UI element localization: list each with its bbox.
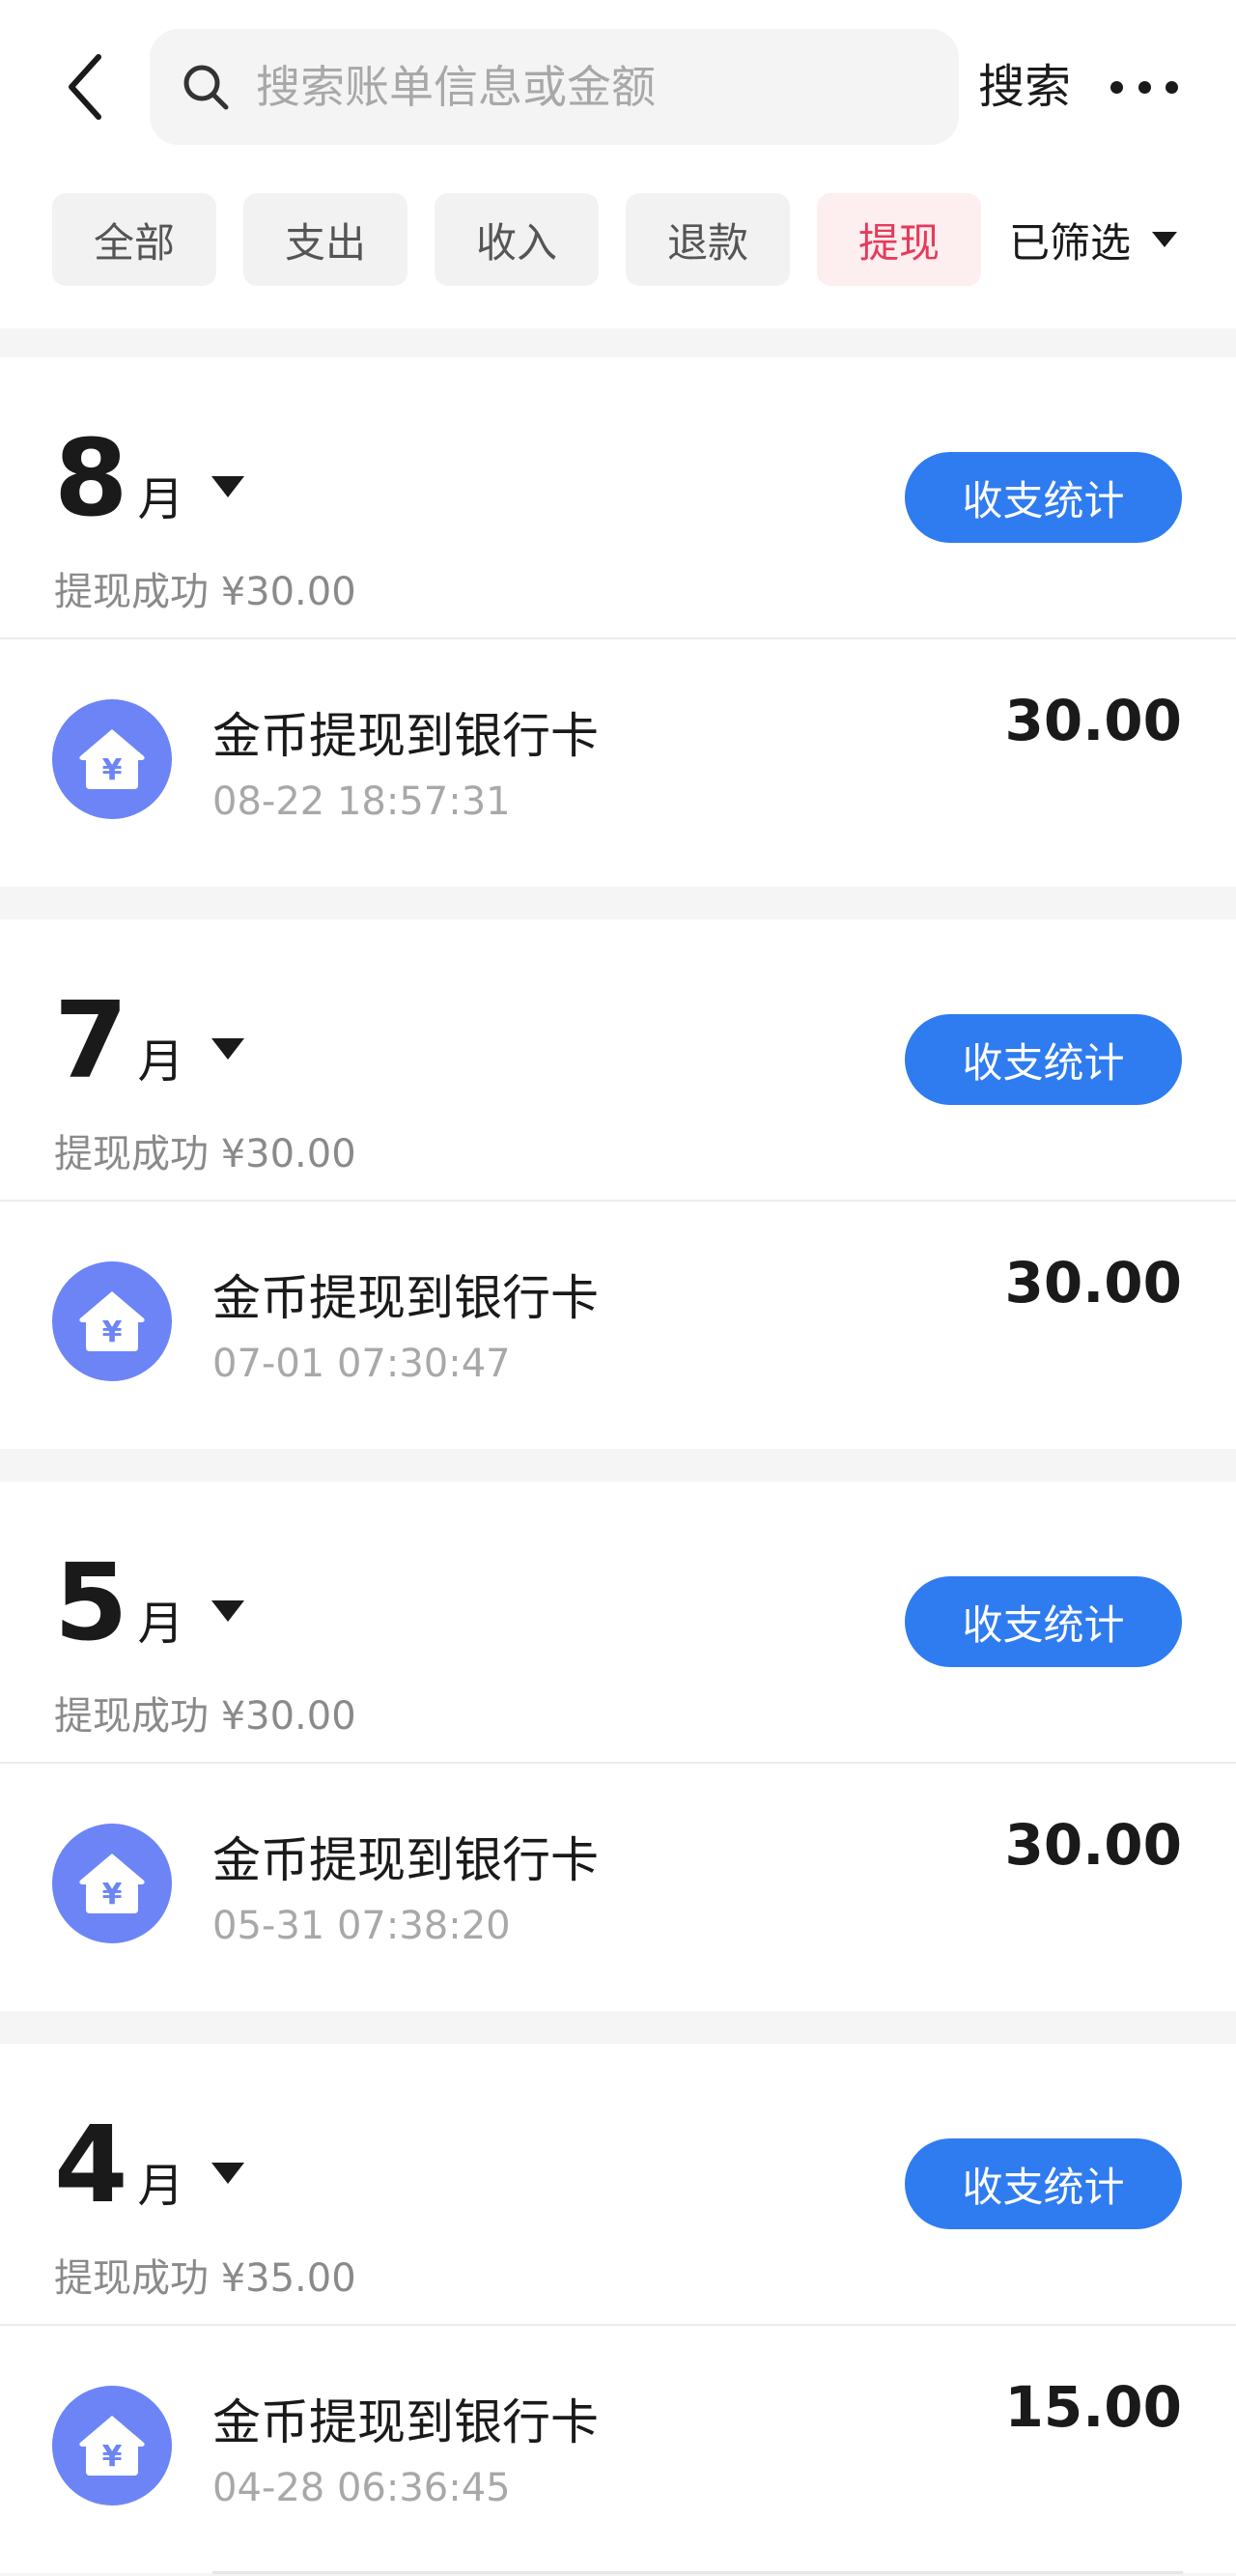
search-button[interactable]: 搜索 (978, 53, 1071, 121)
transaction-title: 金币提现到银行卡 (212, 1270, 599, 1326)
month-header: 4 月 提现成功 ¥35.00 收支统计 (0, 2044, 1236, 2324)
house-yuan-icon: ¥ (52, 1824, 172, 1943)
transaction-time: 04-28 06:36:45 (212, 2466, 511, 2510)
top-bar: 搜索 (0, 0, 1236, 145)
transaction-row[interactable]: ¥ 金币提现到银行卡 04-28 06:36:45 15.00 (0, 2324, 1236, 2573)
month-unit: 月 (137, 1034, 184, 1089)
month-number: 4 (54, 2103, 128, 2226)
filter-chip-all[interactable]: 全部 (52, 193, 216, 286)
month-unit: 月 (137, 2159, 184, 2213)
filter-chip-withdraw[interactable]: 提现 (817, 193, 981, 286)
search-icon (183, 65, 229, 110)
search-box[interactable] (150, 29, 959, 145)
transaction-row[interactable]: ¥ 金币提现到银行卡 08-22 18:57:31 30.00 (0, 637, 1236, 887)
stats-button[interactable]: 收支统计 (905, 1014, 1182, 1105)
month-unit: 月 (137, 1597, 184, 1651)
transaction-amount: 30.00 (1004, 1250, 1182, 1316)
transaction-title: 金币提现到银行卡 (212, 708, 599, 764)
caret-down-icon[interactable] (211, 1600, 244, 1622)
month-unit: 月 (137, 472, 184, 526)
transaction-row[interactable]: ¥ 金币提现到银行卡 05-31 07:38:20 30.00 (0, 1762, 1236, 2011)
transaction-row[interactable]: ¥ 金币提现到银行卡 07-01 07:30:47 30.00 (0, 1200, 1236, 1449)
transaction-amount: 15.00 (1004, 2374, 1182, 2440)
transaction-time: 07-01 07:30:47 (212, 1342, 511, 1386)
transaction-title: 金币提现到银行卡 (212, 1832, 599, 1888)
caret-down-icon[interactable] (211, 1038, 244, 1060)
stats-button[interactable]: 收支统计 (905, 1576, 1182, 1667)
more-dot (1110, 80, 1123, 94)
month-number: 5 (54, 1541, 128, 1664)
month-summary: 提现成功 ¥35.00 (54, 2256, 356, 2301)
filtered-label: 已筛选 (1009, 218, 1132, 267)
month-header: 8 月 提现成功 ¥30.00 收支统计 (0, 357, 1236, 637)
row-divider (212, 2571, 1183, 2574)
house-yuan-icon: ¥ (52, 1261, 172, 1381)
month-summary: 提现成功 ¥30.00 (54, 1694, 356, 1739)
search-input[interactable] (256, 61, 932, 113)
month-summary: 提现成功 ¥30.00 (54, 1132, 356, 1176)
transaction-time: 08-22 18:57:31 (212, 779, 511, 824)
stats-button[interactable]: 收支统计 (905, 452, 1182, 543)
svg-text:¥: ¥ (102, 1878, 123, 1911)
month-title[interactable]: 5 月 (54, 1549, 244, 1656)
more-button[interactable] (1110, 58, 1178, 116)
month-summary: 提现成功 ¥30.00 (54, 570, 356, 614)
filter-chip-refund[interactable]: 退款 (626, 193, 790, 286)
caret-down-icon (1152, 232, 1178, 247)
stats-button[interactable]: 收支统计 (905, 2138, 1182, 2229)
back-button[interactable] (56, 48, 114, 126)
month-number: 8 (54, 416, 128, 540)
transaction-title: 金币提现到银行卡 (212, 2394, 599, 2450)
house-yuan-icon: ¥ (52, 699, 172, 819)
month-title[interactable]: 7 月 (54, 987, 244, 1093)
caret-down-icon[interactable] (211, 476, 244, 497)
svg-text:¥: ¥ (102, 2440, 123, 2474)
month-header: 7 月 提现成功 ¥30.00 收支统计 (0, 920, 1236, 1200)
filtered-dropdown[interactable]: 已筛选 (1009, 208, 1178, 271)
filter-bar: 全部 支出 收入 退款 提现 已筛选 (0, 145, 1236, 328)
month-number: 7 (54, 978, 128, 1102)
transaction-amount: 30.00 (1004, 1812, 1182, 1878)
more-dot (1166, 80, 1178, 94)
month-title[interactable]: 8 月 (54, 425, 244, 531)
month-title[interactable]: 4 月 (54, 2111, 244, 2218)
svg-text:¥: ¥ (102, 1316, 123, 1349)
month-header: 5 月 提现成功 ¥30.00 收支统计 (0, 1482, 1236, 1762)
caret-down-icon[interactable] (211, 2163, 244, 2184)
more-dot (1138, 80, 1151, 94)
filter-chip-expense[interactable]: 支出 (243, 193, 407, 286)
transaction-amount: 30.00 (1004, 688, 1182, 753)
svg-text:¥: ¥ (102, 753, 123, 787)
house-yuan-icon: ¥ (52, 2386, 172, 2505)
filter-chip-income[interactable]: 收入 (435, 193, 599, 286)
transaction-time: 05-31 07:38:20 (212, 1904, 511, 1948)
chevron-left-icon (69, 54, 101, 120)
